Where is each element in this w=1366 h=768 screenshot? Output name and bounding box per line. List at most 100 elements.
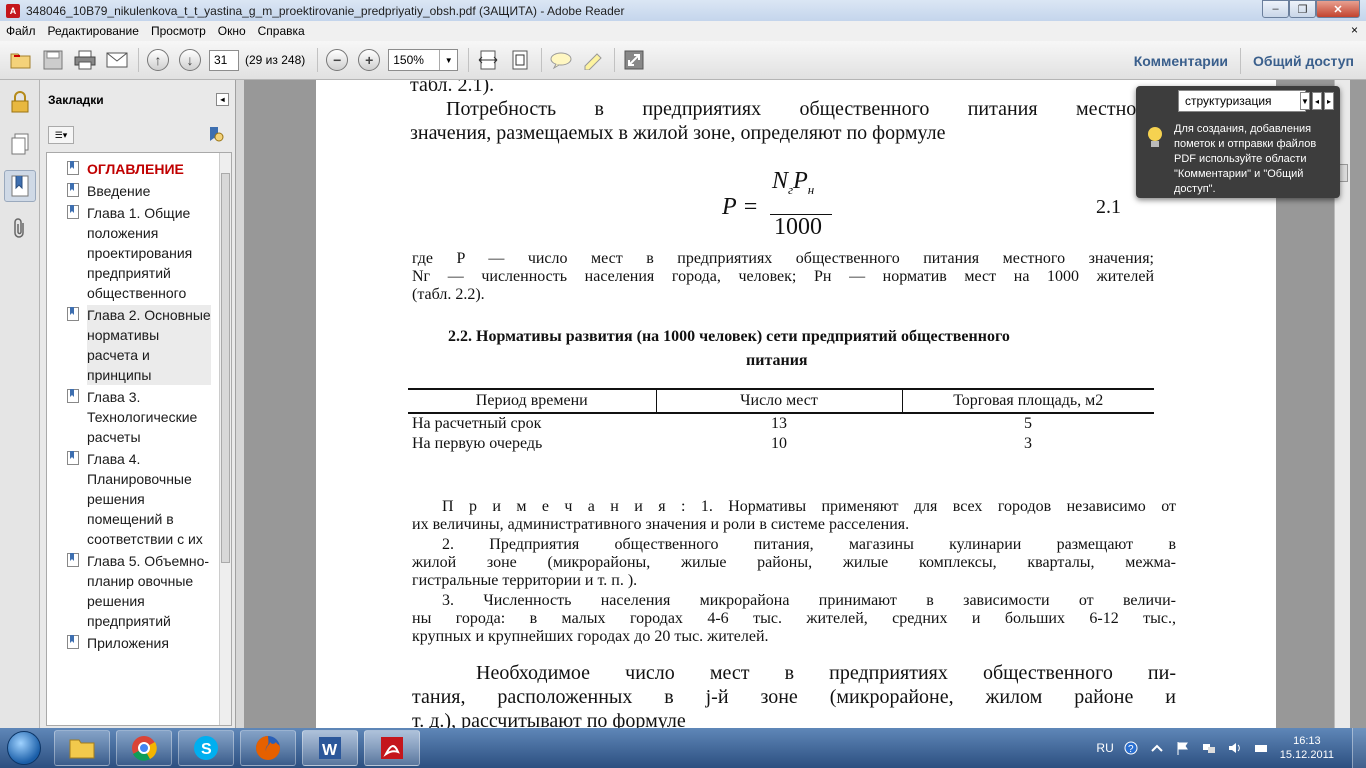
toolbar-separator [317,48,319,72]
previous-page-button[interactable]: ↑ [145,47,171,73]
share-pane-button[interactable]: Общий доступ [1241,53,1366,69]
table-cell: На первую очередь [412,435,543,452]
menu-view[interactable]: Просмотр [151,24,206,38]
bookmark-item-appendix[interactable]: Приложения [47,631,231,653]
zoom-in-button[interactable]: + [356,47,382,73]
page-number-input[interactable]: 31 [209,49,239,71]
highlighter-pen-icon [584,53,602,70]
close-button[interactable]: ✕ [1316,0,1360,18]
fit-page-button[interactable] [507,47,533,73]
text-line: Nг — численность населения города, челов… [412,268,1154,285]
menu-edit[interactable]: Редактирование [48,24,139,38]
bookmarks-scrollbar[interactable] [219,153,231,725]
zoom-out-button[interactable]: − [324,47,350,73]
fit-page-icon [512,50,528,70]
title-bar: A 348046_10B79_nikulenkova_t_t_yastina_g… [0,0,1366,21]
language-indicator[interactable]: RU [1096,741,1113,755]
panel-splitter[interactable] [236,80,244,728]
help-icon[interactable]: ? [1124,741,1138,755]
bookmark-item-contents[interactable]: ОГЛАВЛЕНИЕ [47,153,231,179]
network-icon[interactable] [1202,741,1216,755]
text-line: значения, размещаемых в жилой зоне, опре… [410,122,946,144]
next-page-button[interactable]: ↓ [177,47,203,73]
save-button[interactable] [40,47,66,73]
page-count: (29 из 248) [245,53,306,67]
taskbar-acrobat[interactable] [364,730,420,766]
taskbar-explorer[interactable] [54,730,110,766]
chevron-down-icon[interactable]: ▼ [439,50,457,70]
bookmark-item-chapter-2[interactable]: Глава 2. Основные нормативы расчета и пр… [47,303,231,385]
text-line: гистральные территории и т. п. ). [412,572,638,589]
start-button[interactable] [0,728,48,768]
bookmark-label: Глава 2. Основные нормативы расчета и пр… [87,305,211,385]
search-input[interactable] [1178,90,1306,112]
toolbar: ↑ ↓ 31 (29 из 248) − + 150% ▼ Комментари… [0,41,1366,80]
bookmarks-panel: Закладки ◂ ☰▾ ОГЛАВЛЕНИЕ Введение Глава … [40,80,236,728]
minimize-button[interactable]: – [1262,0,1289,18]
taskbar-firefox[interactable] [240,730,296,766]
chevron-down-icon[interactable]: ▼ [1300,92,1310,110]
svg-text:W: W [322,742,338,759]
show-desktop-button[interactable] [1352,728,1366,768]
maximize-button[interactable]: ❐ [1289,0,1316,18]
navigation-pane [0,80,40,728]
find-bookmark-icon[interactable] [207,126,225,144]
taskbar-skype[interactable]: S [178,730,234,766]
chrome-icon [132,736,157,761]
clock[interactable]: 16:13 15.12.2011 [1280,734,1334,762]
previous-result-button[interactable]: ◂ [1312,92,1322,110]
svg-text:?: ? [1128,744,1134,755]
lock-button[interactable] [4,86,36,118]
flag-icon[interactable] [1176,741,1190,755]
text-line: Необходимое число мест в предприятиях об… [476,662,1176,684]
page-thumbnails-button[interactable] [4,128,36,160]
table-header: Период времени [408,388,656,414]
bookmark-item-chapter-1[interactable]: Глава 1. Общие положения проектирования … [47,201,231,303]
email-button[interactable] [104,47,130,73]
close-document-button[interactable]: × [1351,23,1358,37]
table-title: 2.2. Нормативы развития (на 1000 человек… [448,328,1010,345]
table-cell: 10 [771,435,787,452]
volume-icon[interactable] [1228,741,1242,755]
chevron-up-icon[interactable] [1150,741,1164,755]
taskbar-chrome[interactable] [116,730,172,766]
bookmark-item-chapter-5[interactable]: Глава 5. Объемно-планир овочные решения … [47,549,231,631]
table-header: Число мест [655,388,902,414]
bookmark-item-introduction[interactable]: Введение [47,179,231,201]
document-page: табл. 2.1). Потребность в предприятиях о… [316,80,1276,728]
bookmark-label: Глава 5. Объемно-планир овочные решения … [87,553,210,629]
next-result-button[interactable]: ▸ [1324,92,1334,110]
print-button[interactable] [72,47,98,73]
clock-date: 15.12.2011 [1279,749,1334,761]
comments-pane-button[interactable]: Комментарии [1122,53,1240,69]
collapse-panel-button[interactable]: ◂ [216,93,229,106]
bookmarks-toolbar: ☰▾ [40,120,235,150]
scrollbar-thumb[interactable] [221,173,230,563]
formula-lhs: P = [722,194,759,220]
highlight-button[interactable] [580,47,606,73]
fit-width-button[interactable] [475,47,501,73]
keyboard-icon[interactable] [1254,741,1268,755]
zoom-select[interactable]: 150% ▼ [388,49,459,71]
expand-button[interactable] [621,47,647,73]
menu-window[interactable]: Окно [218,24,246,38]
bookmark-item-chapter-3[interactable]: Глава 3. Технологические расчеты [47,385,231,447]
table-row: На расчетный срок 13 5 [408,413,1154,434]
bookmark-label: Глава 4. Планировочные решения помещений… [87,451,203,547]
bookmark-icon [67,635,79,649]
zoom-value: 150% [393,53,424,67]
text-line: их величины, административного значения … [412,516,910,533]
sticky-note-button[interactable] [548,47,574,73]
window-controls: – ❐ ✕ [1262,0,1360,18]
open-button[interactable] [8,47,34,73]
options-menu-button[interactable]: ☰▾ [48,126,74,144]
attachments-button[interactable] [4,212,36,244]
bookmarks-button[interactable] [4,170,36,202]
save-icon [43,50,63,70]
taskbar-word[interactable]: W [302,730,358,766]
menu-file[interactable]: Файл [6,24,36,38]
menu-help[interactable]: Справка [258,24,305,38]
bookmark-item-chapter-4[interactable]: Глава 4. Планировочные решения помещений… [47,447,231,549]
formula-numerator: NгPн [772,168,815,197]
menu-bar: Файл Редактирование Просмотр Окно Справк… [0,21,1366,41]
